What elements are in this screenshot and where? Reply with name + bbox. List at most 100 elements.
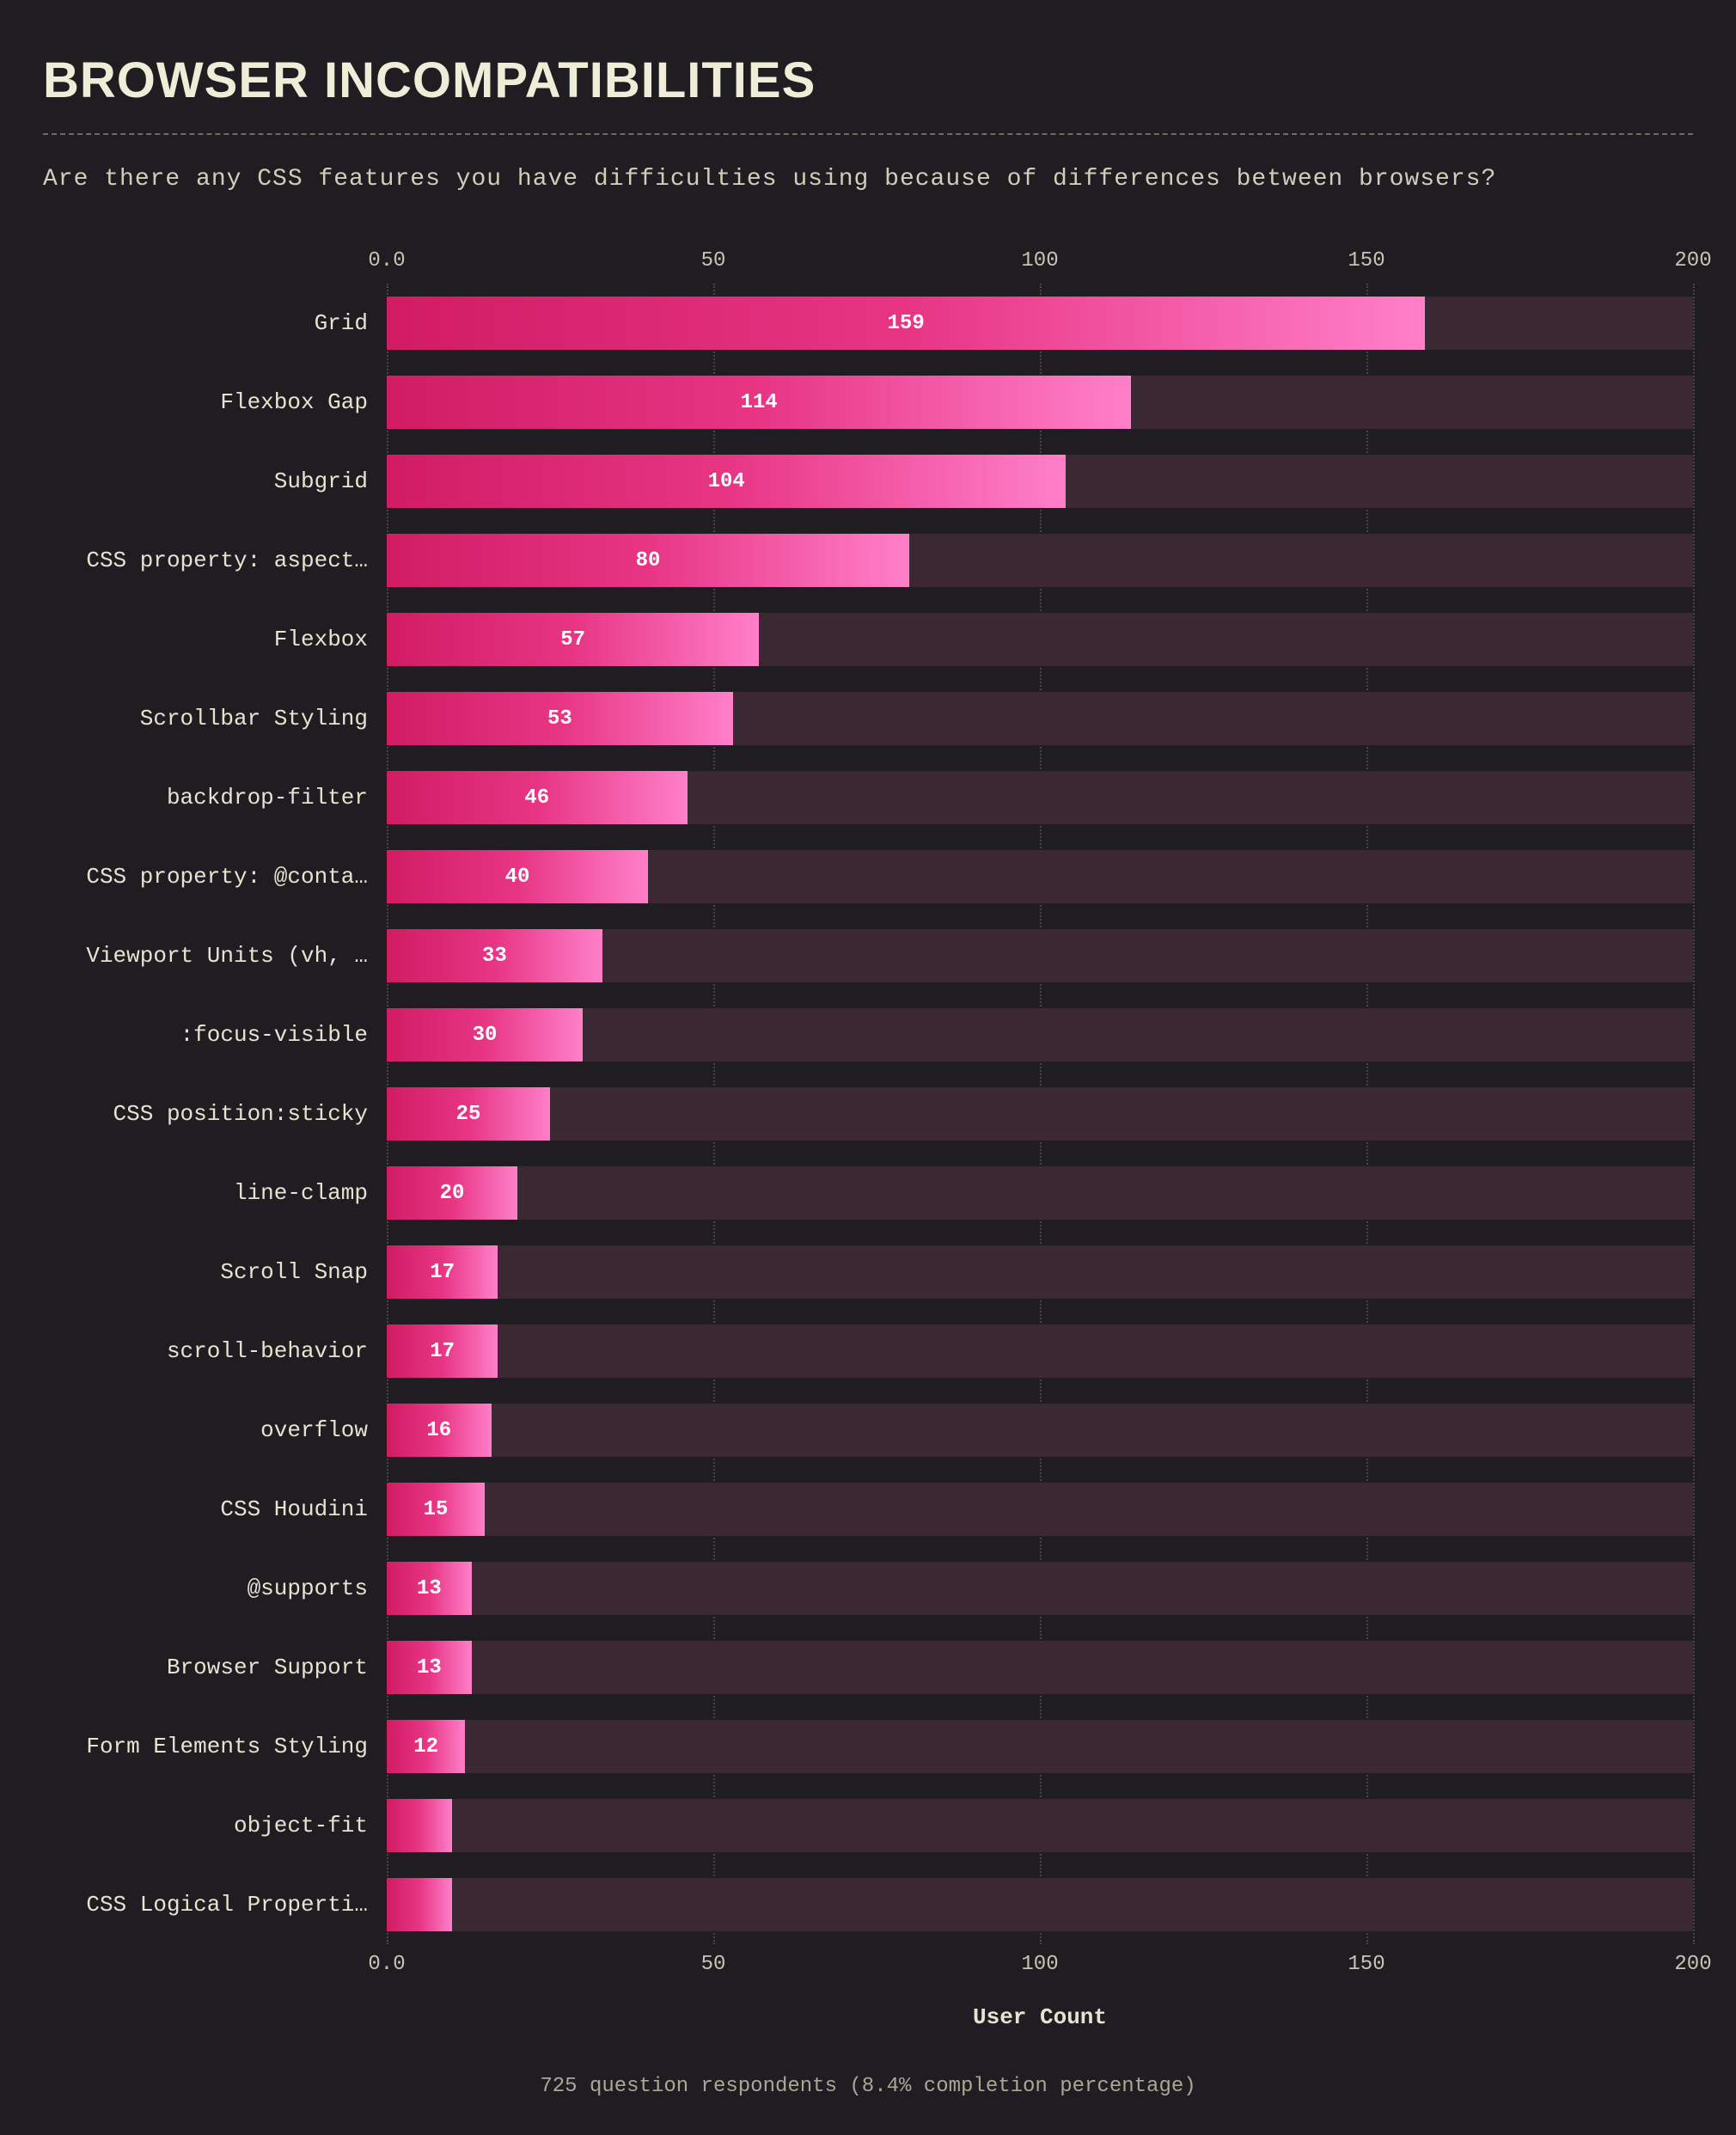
bar-value: 20	[440, 1182, 465, 1205]
chart-row: Scrollbar Styling53	[43, 679, 1693, 758]
row-label: Scroll Snap	[43, 1259, 387, 1285]
row-track: 104	[387, 455, 1693, 508]
row-label: @supports	[43, 1575, 387, 1601]
bar-value: 13	[417, 1656, 442, 1679]
chart-row: Grid 159	[43, 284, 1693, 363]
row-track: 25	[387, 1087, 1693, 1141]
chart-row: CSS property: @conta… 40	[43, 837, 1693, 916]
row-track: 17	[387, 1245, 1693, 1299]
chart-row: overflow16	[43, 1391, 1693, 1470]
bar-value: 13	[417, 1577, 442, 1600]
bar-value: 80	[636, 549, 661, 572]
row-track: 15	[387, 1483, 1693, 1536]
row-label: CSS position:sticky	[43, 1101, 387, 1127]
bar-value: 12	[413, 1735, 438, 1759]
row-track: 13	[387, 1641, 1693, 1694]
bar-value: 159	[888, 312, 925, 335]
row-bar: 33	[387, 929, 602, 982]
chart-footer: 725 question respondents (8.4% completio…	[43, 2075, 1693, 2098]
bar-value: 57	[560, 628, 585, 652]
axis-tick-label: 200	[1674, 1953, 1711, 1976]
row-bar: 46	[387, 771, 688, 824]
chart-row: Browser Support13	[43, 1628, 1693, 1707]
row-track: 114	[387, 376, 1693, 429]
chart-row: Scroll Snap 17	[43, 1233, 1693, 1312]
row-track: 40	[387, 850, 1693, 903]
row-bar: 80	[387, 534, 909, 587]
chart-row: CSS Houdini15	[43, 1470, 1693, 1549]
chart-row: Subgrid104	[43, 442, 1693, 521]
chart-row: @supports 13	[43, 1549, 1693, 1628]
chart-row: Form Elements Styling 12	[43, 1707, 1693, 1786]
row-label: CSS property: @conta…	[43, 864, 387, 890]
row-bar: 57	[387, 613, 759, 666]
row-label: :focus-visible	[43, 1022, 387, 1048]
bar-value: 46	[524, 786, 549, 810]
chart-row: Flexbox Gap 114	[43, 363, 1693, 442]
axis-tick-label: 150	[1348, 249, 1385, 272]
bar-value: 33	[482, 945, 507, 968]
bar-value: 25	[456, 1103, 481, 1126]
divider	[43, 133, 1693, 135]
axis-tick-label: 100	[1021, 249, 1058, 272]
chart-row: Viewport Units (vh, …33	[43, 916, 1693, 995]
chart-row: CSS Logical Properti…	[43, 1865, 1693, 1944]
row-track: 46	[387, 771, 1693, 824]
row-track: 12	[387, 1720, 1693, 1773]
axis-tick-label: 0.0	[368, 249, 405, 272]
bar-value: 30	[473, 1024, 498, 1047]
row-label: Subgrid	[43, 468, 387, 494]
row-track	[387, 1878, 1693, 1931]
x-axis-top: 0.050100150200	[43, 241, 1693, 284]
axis-tick-label: 50	[701, 1953, 726, 1976]
x-axis-bottom: 0.050100150200	[43, 1944, 1693, 1987]
chart-row: object-fit	[43, 1786, 1693, 1865]
bar-value: 17	[430, 1340, 455, 1363]
row-label: scroll-behavior	[43, 1338, 387, 1364]
row-bar: 17	[387, 1245, 498, 1299]
chart-area: 0.050100150200 Grid159Flexbox Gap114Subg…	[43, 241, 1693, 2030]
row-track: 80	[387, 534, 1693, 587]
bar-value: 53	[547, 707, 572, 731]
row-bar	[387, 1799, 452, 1852]
row-track: 13	[387, 1562, 1693, 1615]
chart-row: :focus-visible 30	[43, 995, 1693, 1074]
row-track: 159	[387, 297, 1693, 350]
row-bar: 159	[387, 297, 1425, 350]
row-bar: 15	[387, 1483, 485, 1536]
bar-value: 15	[424, 1498, 449, 1521]
chart-row: Flexbox 57	[43, 600, 1693, 679]
axis-tick-label: 0.0	[368, 1953, 405, 1976]
row-track: 57	[387, 613, 1693, 666]
row-bar: 53	[387, 692, 733, 745]
chart-subtitle: Are there any CSS features you have diff…	[43, 166, 1693, 193]
row-label: line-clamp	[43, 1180, 387, 1206]
bar-value: 17	[430, 1261, 455, 1284]
row-label: Form Elements Styling	[43, 1734, 387, 1759]
row-label: Flexbox	[43, 627, 387, 652]
row-bar: 25	[387, 1087, 550, 1141]
row-label: Flexbox Gap	[43, 389, 387, 415]
axis-tick-label: 200	[1674, 249, 1711, 272]
row-bar: 20	[387, 1166, 517, 1220]
chart-row: CSS property: aspect…80	[43, 521, 1693, 600]
chart-rows: Grid159Flexbox Gap114Subgrid104CSS prope…	[43, 284, 1693, 1944]
row-track: 17	[387, 1324, 1693, 1378]
row-label: object-fit	[43, 1813, 387, 1838]
chart-row: backdrop-filter 46	[43, 758, 1693, 837]
axis-tick-label: 100	[1021, 1953, 1058, 1976]
bar-value: 40	[505, 866, 530, 889]
bar-value: 114	[741, 391, 778, 414]
axis-tick-label: 50	[701, 249, 726, 272]
chart-row: CSS position:sticky 25	[43, 1074, 1693, 1153]
row-bar: 12	[387, 1720, 465, 1773]
row-label: backdrop-filter	[43, 785, 387, 811]
bar-value: 16	[426, 1419, 451, 1442]
chart-row: scroll-behavior 17	[43, 1312, 1693, 1391]
row-bar	[387, 1878, 452, 1931]
row-track: 30	[387, 1008, 1693, 1061]
chart-row: line-clamp 20	[43, 1153, 1693, 1233]
row-label: Grid	[43, 310, 387, 336]
row-track: 16	[387, 1404, 1693, 1457]
row-bar: 104	[387, 455, 1066, 508]
